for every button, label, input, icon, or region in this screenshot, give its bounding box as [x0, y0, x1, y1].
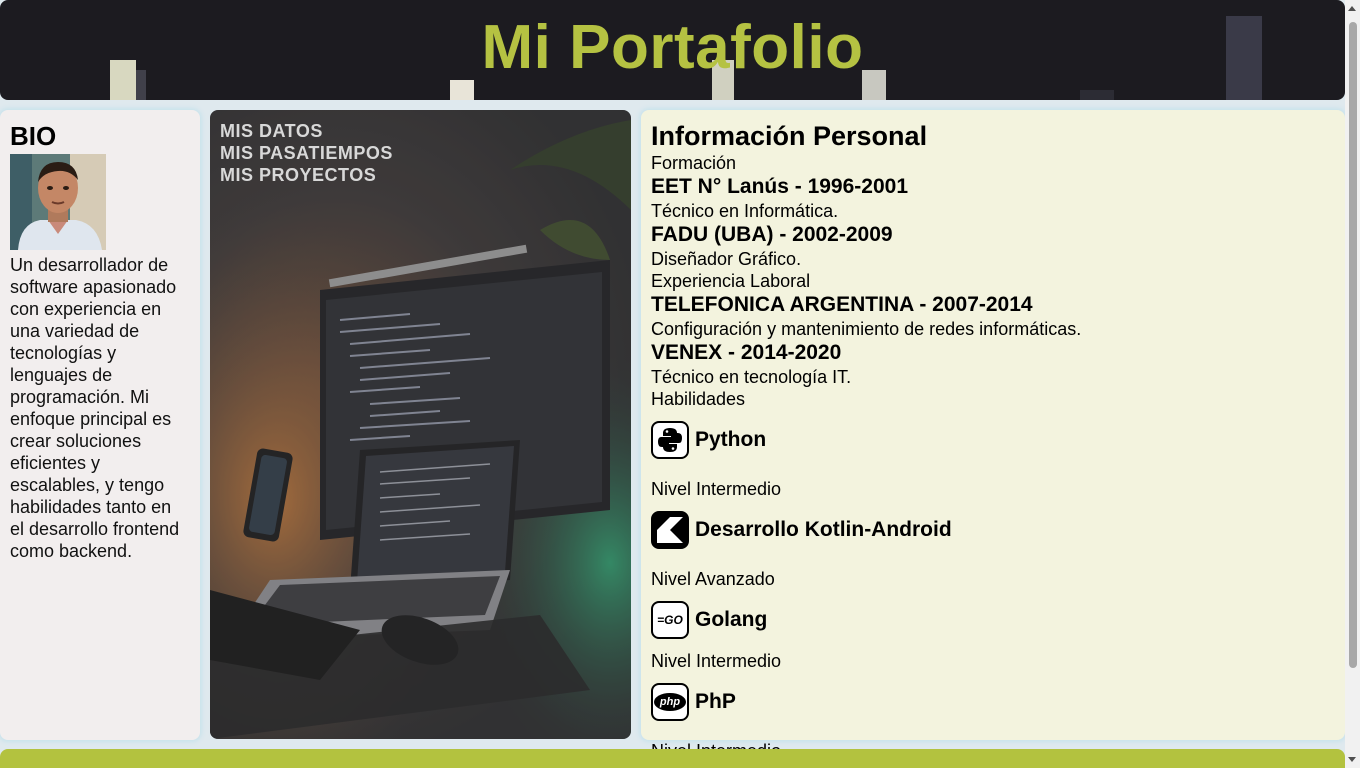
experience-title: TELEFONICA ARGENTINA - 2007-2014: [651, 293, 1033, 316]
nav-link-mis-pasatiempos[interactable]: MIS PASATIEMPOS: [220, 142, 393, 164]
bio-text: Un desarrollador de software apasionado …: [10, 255, 180, 561]
formacion-label: Formación: [651, 153, 737, 173]
skyline-decoration: [1080, 90, 1114, 100]
main-nav: MIS DATOS MIS PASATIEMPOS MIS PROYECTOS: [220, 120, 393, 186]
php-icon: php: [651, 683, 689, 721]
education-title: FADU (UBA) - 2002-2009: [651, 223, 893, 246]
skill-python: Python: [651, 420, 1335, 460]
kotlin-icon: [651, 511, 689, 549]
experience-desc: Configuración y mantenimiento de redes i…: [651, 319, 1082, 339]
golang-icon: =GO: [651, 601, 689, 639]
skill-name: Golang: [695, 608, 768, 631]
python-icon: [651, 421, 689, 459]
nav-link-mis-proyectos[interactable]: MIS PROYECTOS: [220, 164, 393, 186]
avatar: [10, 154, 106, 250]
footer-bar: [0, 749, 1345, 768]
skill-golang: =GO Golang: [651, 600, 1335, 640]
skill-name: Python: [695, 428, 767, 451]
scroll-down-arrow-icon[interactable]: [1348, 757, 1356, 762]
education-desc: Diseñador Gráfico.: [651, 249, 802, 269]
bio-panel: BIO Un desarrollador de software apasion…: [0, 110, 200, 740]
golang-icon-text: =GO: [657, 613, 683, 627]
habilidades-label: Habilidades: [651, 389, 746, 409]
skill-level: Nivel Intermedio: [651, 651, 782, 671]
education-title: EET N° Lanús - 1996-2001: [651, 175, 909, 198]
skill-level: Nivel Intermedio: [651, 479, 782, 499]
experience-desc: Técnico en tecnología IT.: [651, 367, 852, 387]
scrollbar-thumb[interactable]: [1349, 22, 1357, 668]
page-title: Mi Portafolio: [481, 13, 864, 82]
workspace-hero-image: MIS DATOS MIS PASATIEMPOS MIS PROYECTOS: [210, 110, 631, 739]
skill-name: Desarrollo Kotlin-Android: [695, 518, 952, 541]
education-desc: Técnico en Informática.: [651, 201, 839, 221]
avatar-portrait: [10, 154, 106, 250]
php-icon-text: php: [654, 693, 686, 711]
header-banner: Mi Portafolio: [0, 0, 1345, 100]
bio-heading: BIO: [10, 121, 57, 151]
experience-title: VENEX - 2014-2020: [651, 341, 842, 364]
skyline-decoration: [450, 80, 474, 100]
personal-info-panel: Información Personal Formación EET N° La…: [641, 110, 1345, 761]
skill-php: php PhP: [651, 682, 1335, 722]
nav-link-mis-datos[interactable]: MIS DATOS: [220, 120, 393, 142]
desk-setup-illustration: [210, 110, 631, 739]
skill-level: Nivel Avanzado: [651, 569, 775, 589]
skill-name: PhP: [695, 690, 736, 713]
info-title: Información Personal: [651, 121, 928, 151]
experiencia-label: Experiencia Laboral: [651, 271, 811, 291]
skill-kotlin: Desarrollo Kotlin-Android: [651, 510, 1335, 550]
page-scrollbar[interactable]: [1345, 0, 1360, 768]
scroll-up-arrow-icon[interactable]: [1348, 6, 1356, 11]
